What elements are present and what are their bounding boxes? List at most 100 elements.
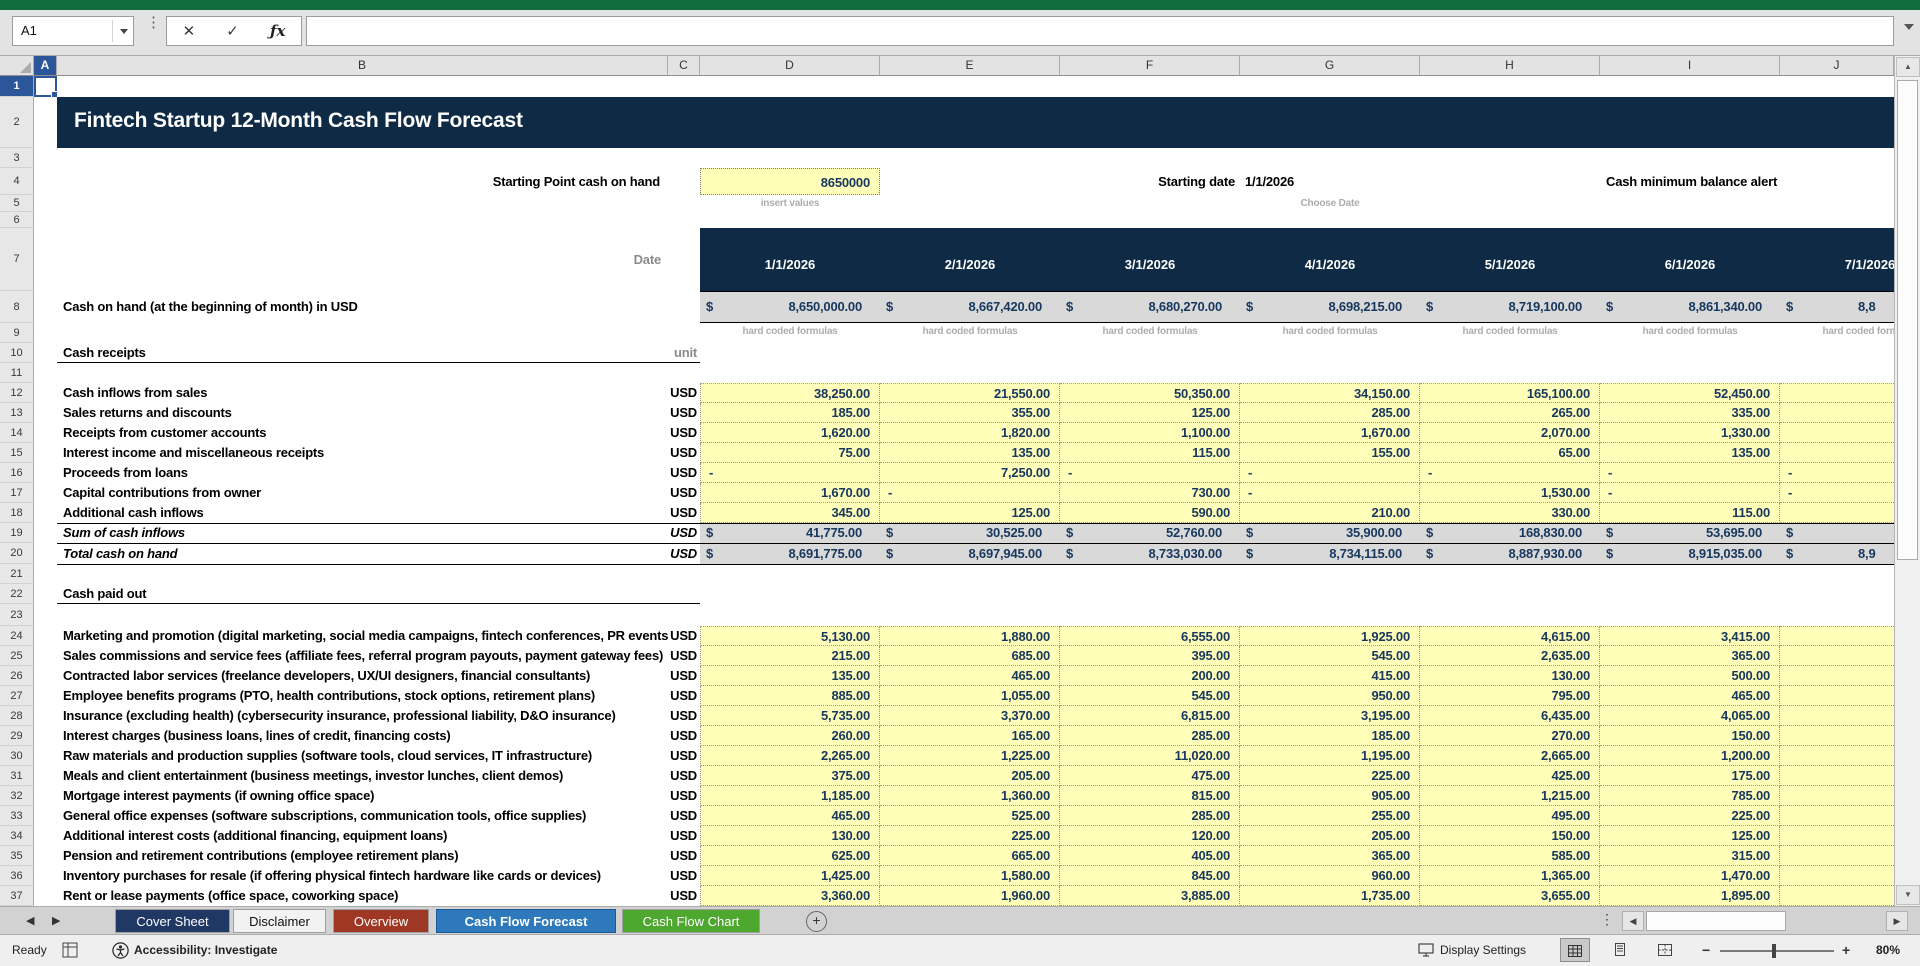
vertical-scrollbar[interactable]: ▲ ▼ xyxy=(1894,56,1920,906)
receipt-row-4-value[interactable]: 75.00 xyxy=(700,443,880,463)
horizontal-scroll-thumb[interactable] xyxy=(1646,911,1786,931)
row-header-36[interactable]: 36 xyxy=(0,866,34,886)
month-header-7[interactable]: 7/1/2026 xyxy=(1780,228,1894,291)
payout-row-11-value[interactable]: 150.00 xyxy=(1420,826,1600,846)
row-header-6[interactable]: 6 xyxy=(0,212,34,228)
row-header-10[interactable]: 10 xyxy=(0,343,34,363)
payout-row-8-value-j[interactable] xyxy=(1780,766,1894,786)
row-header-15[interactable]: 15 xyxy=(0,443,34,463)
cash-on-hand-value[interactable]: 8,698,215.00 xyxy=(1260,291,1411,323)
row-header-11[interactable]: 11 xyxy=(0,363,34,383)
row-header-32[interactable]: 32 xyxy=(0,786,34,806)
receipt-row-7-value[interactable]: 210.00 xyxy=(1240,503,1420,523)
row-header-34[interactable]: 34 xyxy=(0,826,34,846)
zoom-slider-thumb[interactable] xyxy=(1772,944,1776,958)
payout-row-3-value[interactable]: 130.00 xyxy=(1420,666,1600,686)
payout-row-6-value[interactable]: 270.00 xyxy=(1420,726,1600,746)
sum-row-value[interactable]: 30,525.00 xyxy=(900,523,1051,543)
month-header-2[interactable]: 2/1/2026 xyxy=(880,228,1060,291)
payout-row-9-value[interactable]: 1,185.00 xyxy=(700,786,880,806)
receipt-row-3-value-j[interactable] xyxy=(1780,423,1894,443)
row-header-37[interactable]: 37 xyxy=(0,886,34,906)
column-header-H[interactable]: H xyxy=(1420,56,1600,76)
payout-row-6-value[interactable]: 185.00 xyxy=(1240,726,1420,746)
receipt-row-5-value[interactable]: - xyxy=(700,463,880,483)
receipt-row-3-value[interactable]: 2,070.00 xyxy=(1420,423,1600,443)
column-header-F[interactable]: F xyxy=(1060,56,1240,76)
sum-row-label[interactable]: Sum of cash inflows xyxy=(57,523,668,543)
column-header-J[interactable]: J xyxy=(1780,56,1894,76)
total-row-value[interactable]: 8,887,930.00 xyxy=(1440,543,1591,564)
payout-row-10-value[interactable]: 225.00 xyxy=(1600,806,1780,826)
payout-row-8-value[interactable]: 205.00 xyxy=(880,766,1060,786)
payout-row-3-value[interactable]: 135.00 xyxy=(700,666,880,686)
sheet-tab-cash-flow-chart[interactable]: Cash Flow Chart xyxy=(622,909,760,933)
enter-check-icon[interactable]: ✓ xyxy=(226,22,239,40)
payout-row-4-label[interactable]: Employee benefits programs (PTO, health … xyxy=(57,686,668,706)
payout-row-9-value-j[interactable] xyxy=(1780,786,1894,806)
payout-row-11-value[interactable]: 125.00 xyxy=(1600,826,1780,846)
row-header-35[interactable]: 35 xyxy=(0,846,34,866)
month-header-4[interactable]: 4/1/2026 xyxy=(1240,228,1420,291)
receipt-row-1-value[interactable]: 21,550.00 xyxy=(880,383,1060,403)
payout-row-14-label[interactable]: Rent or lease payments (office space, co… xyxy=(57,886,668,906)
receipt-row-2-value[interactable]: 285.00 xyxy=(1240,403,1420,423)
sheet-tab-overview[interactable]: Overview xyxy=(333,909,429,933)
receipt-row-3-value[interactable]: 1,820.00 xyxy=(880,423,1060,443)
row-header-29[interactable]: 29 xyxy=(0,726,34,746)
payout-row-7-value-j[interactable] xyxy=(1780,746,1894,766)
row-header-31[interactable]: 31 xyxy=(0,766,34,786)
payout-row-2-value[interactable]: 215.00 xyxy=(700,646,880,666)
payout-row-1-value-j[interactable] xyxy=(1780,626,1894,646)
display-settings-icon[interactable] xyxy=(1418,943,1434,957)
receipt-row-1-label[interactable]: Cash inflows from sales xyxy=(57,383,668,403)
column-header-I[interactable]: I xyxy=(1600,56,1780,76)
row-header-4[interactable]: 4 xyxy=(0,168,34,195)
payout-row-10-value[interactable]: 495.00 xyxy=(1420,806,1600,826)
receipt-row-3-value[interactable]: 1,670.00 xyxy=(1240,423,1420,443)
receipt-row-5-value[interactable]: - xyxy=(1600,463,1780,483)
payout-row-11-value[interactable]: 130.00 xyxy=(700,826,880,846)
receipt-row-5-value[interactable]: - xyxy=(1240,463,1420,483)
receipt-row-5-value[interactable]: 7,250.00 xyxy=(880,463,1060,483)
receipt-row-2-value-j[interactable] xyxy=(1780,403,1894,423)
row-header-1[interactable]: 1 xyxy=(0,76,34,97)
vertical-scroll-thumb[interactable] xyxy=(1897,80,1918,560)
cash-on-hand-value[interactable]: 8,719,100.00 xyxy=(1440,291,1591,323)
payout-row-11-value[interactable]: 205.00 xyxy=(1240,826,1420,846)
row-header-20[interactable]: 20 xyxy=(0,543,34,564)
payout-row-3-value[interactable]: 415.00 xyxy=(1240,666,1420,686)
payout-row-7-value[interactable]: 2,265.00 xyxy=(700,746,880,766)
payout-row-1-value[interactable]: 5,130.00 xyxy=(700,626,880,646)
payout-row-13-value[interactable]: 1,425.00 xyxy=(700,866,880,886)
payout-row-8-value[interactable]: 175.00 xyxy=(1600,766,1780,786)
month-header-6[interactable]: 6/1/2026 xyxy=(1600,228,1780,291)
payout-row-1-value[interactable]: 1,880.00 xyxy=(880,626,1060,646)
zoom-out-icon[interactable]: − xyxy=(1702,942,1710,958)
receipt-row-5-value[interactable]: - xyxy=(1420,463,1600,483)
sum-row-value[interactable]: 35,900.00 xyxy=(1260,523,1411,543)
total-row-value[interactable]: 8,697,945.00 xyxy=(900,543,1051,564)
row-header-27[interactable]: 27 xyxy=(0,686,34,706)
sheet-tab-disclaimer[interactable]: Disclaimer xyxy=(233,909,326,933)
payout-row-7-label[interactable]: Raw materials and production supplies (s… xyxy=(57,746,668,766)
receipt-row-2-value[interactable]: 355.00 xyxy=(880,403,1060,423)
receipt-row-1-value[interactable]: 50,350.00 xyxy=(1060,383,1240,403)
row-header-12[interactable]: 12 xyxy=(0,383,34,403)
cash-on-hand-value[interactable]: 8,861,340.00 xyxy=(1620,291,1771,323)
receipt-row-6-value-j[interactable]: - xyxy=(1780,483,1894,503)
sum-row-value[interactable]: 168,830.00 xyxy=(1440,523,1591,543)
month-header-1[interactable]: 1/1/2026 xyxy=(700,228,880,291)
payout-row-1-value[interactable]: 1,925.00 xyxy=(1240,626,1420,646)
scroll-up-icon[interactable]: ▲ xyxy=(1896,57,1920,77)
display-settings-label[interactable]: Display Settings xyxy=(1440,943,1526,957)
payout-row-1-value[interactable]: 6,555.00 xyxy=(1060,626,1240,646)
payout-row-6-value[interactable]: 150.00 xyxy=(1600,726,1780,746)
row-header-24[interactable]: 24 xyxy=(0,626,34,646)
payout-row-10-value[interactable]: 525.00 xyxy=(880,806,1060,826)
total-row-value[interactable]: 8,734,115.00 xyxy=(1260,543,1411,564)
row-header-7[interactable]: 7 xyxy=(0,228,34,291)
payout-row-13-label[interactable]: Inventory purchases for resale (if offer… xyxy=(57,866,668,886)
payout-row-1-value[interactable]: 3,415.00 xyxy=(1600,626,1780,646)
payout-row-7-value[interactable]: 11,020.00 xyxy=(1060,746,1240,766)
